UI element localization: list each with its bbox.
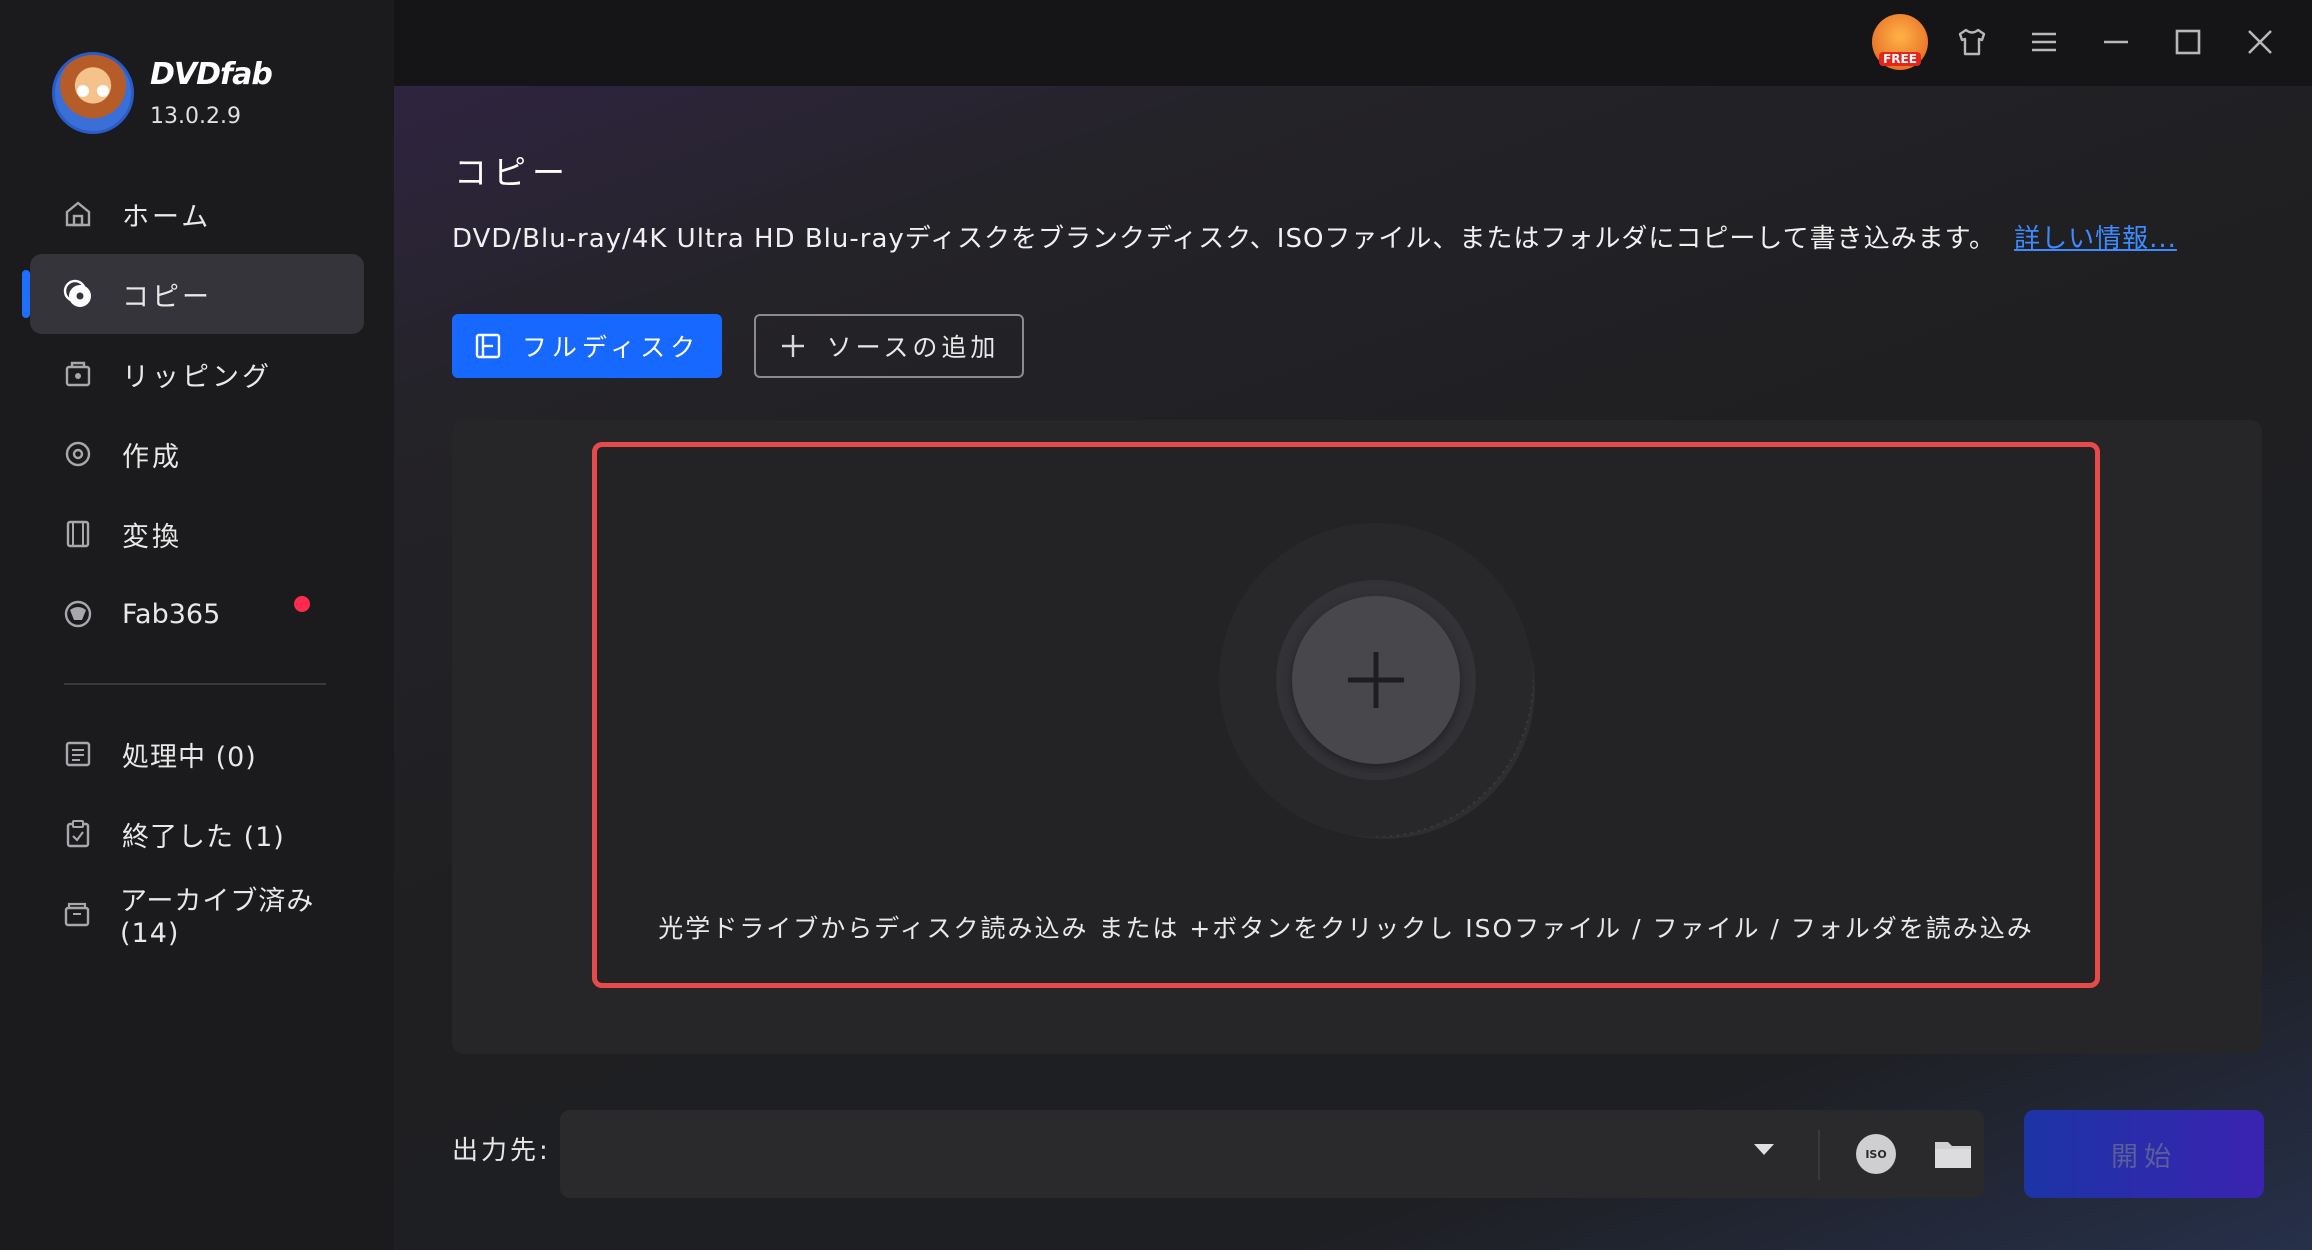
sidebar-item-label: 変換 <box>122 521 182 553</box>
app-logo: DVDfab 13.0.2.9 <box>52 52 273 134</box>
plus-icon <box>779 332 807 360</box>
main-content: コピー DVD/Blu-ray/4K Ultra HD Blu-rayディスクを… <box>394 86 2312 1250</box>
ripping-icon <box>62 358 94 390</box>
sidebar-item-ripping[interactable]: リッピング <box>30 334 364 414</box>
film-icon <box>62 518 94 550</box>
theme-button[interactable] <box>1944 16 2000 68</box>
window-titlebar: FREE <box>394 0 2312 86</box>
description-text: DVD/Blu-ray/4K Ultra HD Blu-rayディスクをブランク… <box>452 224 1997 254</box>
folder-icon <box>1935 1142 1971 1168</box>
close-button[interactable] <box>2232 16 2288 68</box>
sidebar-item-home[interactable]: ホーム <box>30 174 364 254</box>
iso-icon: ISO <box>1865 1147 1887 1161</box>
page-description: DVD/Blu-ray/4K Ultra HD Blu-rayディスクをブランク… <box>452 218 2177 255</box>
logo-icon <box>52 52 134 134</box>
separator <box>1818 1130 1820 1180</box>
chevron-down-icon[interactable] <box>1754 1144 1774 1155</box>
full-disc-label: フルディスク <box>521 333 701 362</box>
archive-icon <box>62 898 92 930</box>
minimize-button[interactable] <box>2088 16 2144 68</box>
main-nav: ホーム コピー リッピング 作成 変換 Fab365 <box>0 174 394 654</box>
add-button[interactable] <box>1292 596 1460 764</box>
brand-name: DVDfab <box>150 57 273 92</box>
maximize-button[interactable] <box>2160 16 2216 68</box>
home-icon <box>62 198 94 230</box>
task-nav: 処理中 (0) 終了した (1) アーカイブ済み (14) <box>0 714 394 954</box>
sidebar-item-convert[interactable]: 変換 <box>30 494 364 574</box>
sidebar-item-label: Fab365 <box>122 598 221 630</box>
add-source-button[interactable]: ソースの追加 <box>754 314 1024 378</box>
drop-hint: 光学ドライブからディスク読み込み または +ボタンをクリックし ISOファイル … <box>658 914 2034 943</box>
close-icon <box>2248 30 2272 54</box>
free-gift-icon: FREE <box>1872 14 1928 70</box>
finished-icon <box>62 818 94 850</box>
output-path-field[interactable]: ISO <box>560 1110 1984 1198</box>
add-source-label: ソースの追加 <box>826 333 1000 362</box>
menu-icon <box>2032 32 2056 52</box>
source-panel: 光学ドライブからディスク読み込み または +ボタンをクリックし ISOファイル … <box>452 420 2262 1054</box>
minimize-icon <box>2104 40 2128 44</box>
page-title: コピー <box>454 153 571 192</box>
create-disc-icon <box>62 438 94 470</box>
fab365-icon <box>62 598 94 630</box>
add-source-area[interactable] <box>1219 523 1533 837</box>
sidebar-item-label: ホーム <box>122 201 212 233</box>
drop-zone[interactable]: 光学ドライブからディスク読み込み または +ボタンをクリックし ISOファイル … <box>592 442 2100 988</box>
sidebar-item-finished[interactable]: 終了した (1) <box>30 794 364 874</box>
full-disc-icon <box>474 332 502 360</box>
app-version: 13.0.2.9 <box>150 104 241 129</box>
maximize-icon <box>2175 29 2201 55</box>
output-label: 出力先: <box>452 1136 551 1166</box>
copy-disc-icon <box>62 278 94 310</box>
full-disc-button[interactable]: フルディスク <box>452 314 722 378</box>
shirt-icon <box>1958 28 1986 56</box>
more-info-link[interactable]: 詳しい情報... <box>2014 224 2177 254</box>
sidebar-divider <box>64 683 326 685</box>
plus-icon <box>1348 652 1404 708</box>
processing-icon <box>62 738 94 770</box>
sidebar-item-label: コピー <box>122 281 212 313</box>
menu-button[interactable] <box>2016 16 2072 68</box>
notification-dot <box>294 596 310 612</box>
iso-output-button[interactable]: ISO <box>1856 1134 1896 1174</box>
sidebar-item-create[interactable]: 作成 <box>30 414 364 494</box>
sidebar-item-copy[interactable]: コピー <box>22 254 364 334</box>
sidebar-item-archived[interactable]: アーカイブ済み (14) <box>30 874 364 954</box>
sidebar-item-label: リッピング <box>122 361 272 393</box>
sidebar-item-label: アーカイブ済み (14) <box>120 886 315 949</box>
sidebar-item-label: 終了した (1) <box>122 821 285 853</box>
start-button[interactable]: 開始 <box>2024 1110 2264 1198</box>
sidebar-item-label: 作成 <box>122 441 182 473</box>
sidebar: DVDfab 13.0.2.9 ホーム コピー リッピング 作成 変換 Fab3… <box>0 0 394 1250</box>
sidebar-item-processing[interactable]: 処理中 (0) <box>30 714 364 794</box>
folder-output-button[interactable] <box>1932 1134 1974 1174</box>
free-gift-button[interactable]: FREE <box>1872 14 1928 70</box>
sidebar-item-fab365[interactable]: Fab365 <box>30 574 364 654</box>
free-badge-label: FREE <box>1879 52 1921 66</box>
sidebar-item-label: 処理中 (0) <box>122 741 257 773</box>
